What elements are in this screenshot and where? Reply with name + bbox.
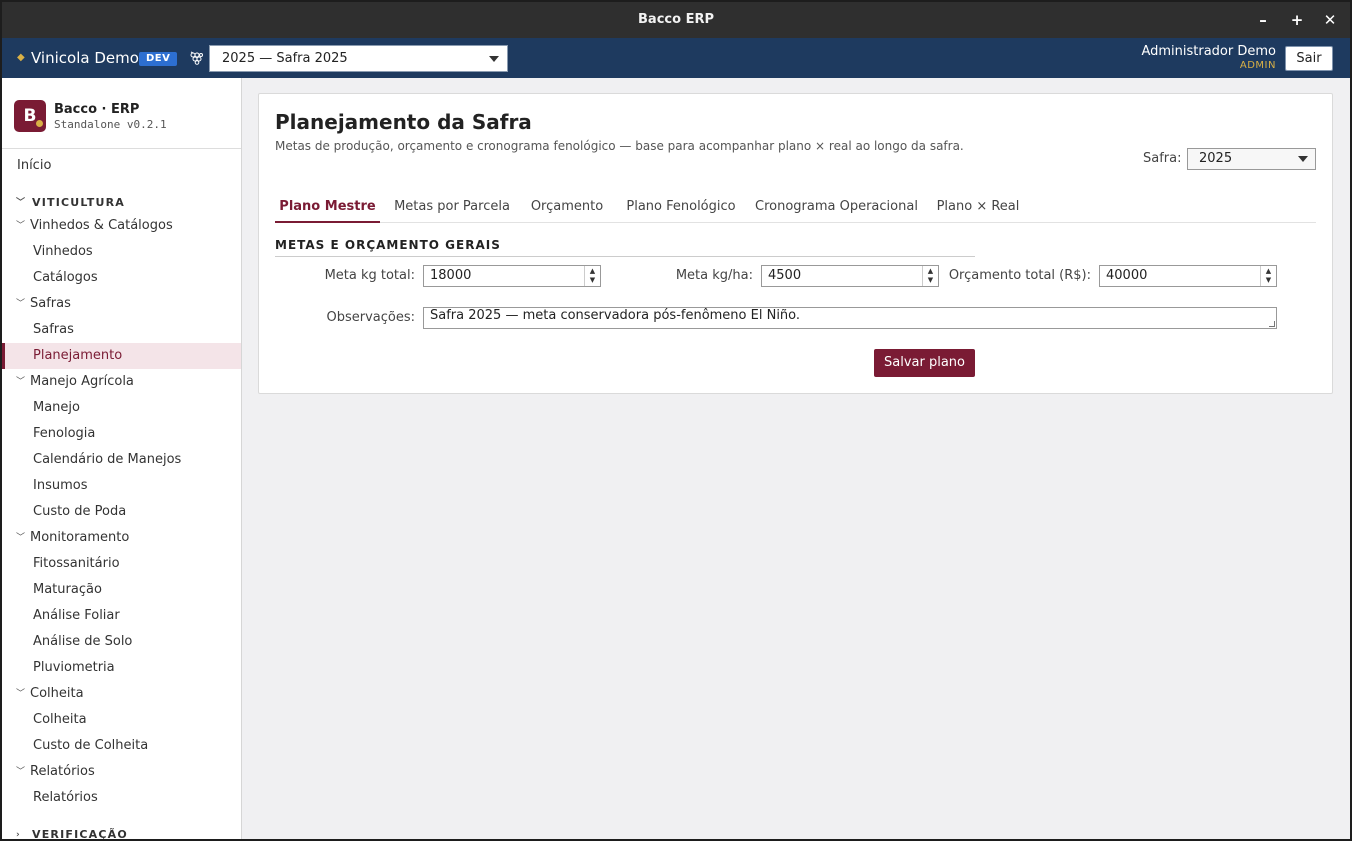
- sidebar-item-maturacao[interactable]: Maturação: [2, 577, 241, 603]
- sidebar-group-vinhedos[interactable]: ﹀ Vinhedos & Catálogos: [2, 213, 241, 239]
- page-subtitle: Metas de produção, orçamento e cronogram…: [275, 139, 964, 153]
- tab-bar: Plano Mestre Metas por Parcela Orçamento…: [275, 192, 1316, 223]
- orcamento-total-input[interactable]: 40000 ▲ ▼: [1099, 265, 1277, 287]
- meta-kg-ha-input[interactable]: 4500 ▲ ▼: [761, 265, 939, 287]
- section-label: VERIFICAÇÃO: [32, 828, 128, 839]
- chevron-right-icon: ›: [16, 830, 21, 839]
- sidebar-item-colheita[interactable]: Colheita: [2, 707, 241, 733]
- user-name: Administrador Demo: [1141, 44, 1276, 59]
- tab-orcamento[interactable]: Orçamento: [527, 192, 607, 223]
- sidebar-item-catalogos[interactable]: Catálogos: [2, 265, 241, 291]
- close-icon[interactable]: ✕: [1320, 10, 1340, 30]
- sidebar-item-fitossanitario[interactable]: Fitossanitário: [2, 551, 241, 577]
- sidebar-item-relatorios[interactable]: Relatórios: [2, 785, 241, 811]
- group-label: Vinhedos & Catálogos: [30, 218, 173, 233]
- meta-kg-ha-value: 4500: [768, 268, 802, 283]
- meta-kg-total-value: 18000: [430, 268, 472, 283]
- planning-panel: Planejamento da Safra Metas de produção,…: [258, 93, 1333, 394]
- env-badge: DEV: [139, 52, 178, 66]
- sidebar-group-colheita[interactable]: ﹀ Colheita: [2, 681, 241, 707]
- page-title: Planejamento da Safra: [275, 110, 532, 134]
- section-title: METAS E ORÇAMENTO GERAIS: [275, 238, 975, 257]
- group-label: Monitoramento: [30, 530, 130, 545]
- sidebar-group-manejo[interactable]: ﹀ Manejo Agrícola: [2, 369, 241, 395]
- sidebar-item-analise-solo[interactable]: Análise de Solo: [2, 629, 241, 655]
- sidebar-item-fenologia[interactable]: Fenologia: [2, 421, 241, 447]
- meta-kg-ha-label: Meta kg/ha:: [675, 268, 753, 283]
- divider: [2, 148, 241, 149]
- sidebar-item-vinhedos[interactable]: Vinhedos: [2, 239, 241, 265]
- spinner-icon[interactable]: ▲ ▼: [584, 266, 600, 286]
- group-label: Manejo Agrícola: [30, 374, 134, 389]
- tab-plano-fenologico[interactable]: Plano Fenológico: [623, 192, 739, 223]
- app-header: ◆ Vinicola Demo DEV 2025 — Safra 2025 Ad…: [2, 38, 1350, 78]
- sidebar-item-calendario[interactable]: Calendário de Manejos: [2, 447, 241, 473]
- meta-kg-total-label: Meta kg total:: [324, 268, 415, 283]
- chevron-down-icon: ﹀: [16, 299, 26, 309]
- diamond-icon: ◆: [17, 52, 25, 63]
- sidebar-item-manejo[interactable]: Manejo: [2, 395, 241, 421]
- observacoes-value: Safra 2025 — meta conservadora pós-fenôm…: [430, 308, 801, 323]
- sidebar-item-insumos[interactable]: Insumos: [2, 473, 241, 499]
- chevron-down-icon: ﹀: [16, 533, 26, 543]
- chevron-down-icon: ﹀: [16, 221, 26, 231]
- chevron-down-icon: ﹀: [16, 767, 26, 777]
- orcamento-total-value: 40000: [1106, 268, 1148, 283]
- sidebar-item-planejamento[interactable]: Planejamento: [2, 343, 241, 369]
- logo-dot: [36, 120, 43, 127]
- sidebar-item-custo-colheita[interactable]: Custo de Colheita: [2, 733, 241, 759]
- meta-kg-total-input[interactable]: 18000 ▲ ▼: [423, 265, 601, 287]
- chevron-down-icon: [489, 56, 499, 62]
- app-version: Standalone v0.2.1: [54, 118, 167, 131]
- group-label: Relatórios: [30, 764, 95, 779]
- maximize-icon[interactable]: +: [1287, 10, 1307, 30]
- logout-button[interactable]: Sair: [1285, 46, 1333, 71]
- section-label: VITICULTURA: [32, 196, 126, 209]
- org-name: Vinicola Demo: [31, 49, 139, 67]
- app-window: Bacco ERP – + ✕ ◆ Vinicola Demo DEV 2025…: [2, 2, 1350, 839]
- logo-letter: B: [23, 106, 37, 126]
- chevron-down-icon: [1298, 156, 1308, 162]
- safra-filter-value: 2025: [1199, 151, 1233, 166]
- tab-cronograma-operacional[interactable]: Cronograma Operacional: [755, 192, 918, 223]
- user-role: ADMIN: [1239, 60, 1276, 71]
- sidebar-item-inicio[interactable]: Início: [2, 153, 241, 179]
- sidebar-item-safras[interactable]: Safras: [2, 317, 241, 343]
- app-name: Bacco · ERP: [54, 102, 140, 117]
- spinner-icon[interactable]: ▲ ▼: [922, 266, 938, 286]
- sidebar-group-safras[interactable]: ﹀ Safras: [2, 291, 241, 317]
- chevron-down-icon: ﹀: [16, 377, 26, 387]
- resize-handle-icon[interactable]: [1269, 321, 1275, 327]
- window-title: Bacco ERP: [638, 12, 714, 27]
- sidebar-item-analise-foliar[interactable]: Análise Foliar: [2, 603, 241, 629]
- group-label: Safras: [30, 296, 71, 311]
- sidebar-group-monitoramento[interactable]: ﹀ Monitoramento: [2, 525, 241, 551]
- orcamento-total-label: Orçamento total (R$):: [948, 268, 1091, 283]
- observacoes-label: Observações:: [326, 310, 415, 325]
- sidebar-item-custo-poda[interactable]: Custo de Poda: [2, 499, 241, 525]
- safra-selector-value: 2025 — Safra 2025: [222, 51, 348, 66]
- chevron-down-icon: ﹀: [16, 689, 26, 699]
- safra-filter-label: Safra:: [1143, 151, 1182, 166]
- sidebar-group-relatorios[interactable]: ﹀ Relatórios: [2, 759, 241, 785]
- sidebar-section-verificacao[interactable]: › VERIFICAÇÃO: [2, 822, 241, 839]
- tab-plano-mestre[interactable]: Plano Mestre: [275, 192, 380, 223]
- minimize-icon[interactable]: –: [1253, 10, 1273, 30]
- grape-icon: [190, 51, 203, 65]
- observacoes-textarea[interactable]: Safra 2025 — meta conservadora pós-fenôm…: [423, 307, 1277, 329]
- sidebar: B Bacco · ERP Standalone v0.2.1 Início ﹀…: [2, 78, 242, 839]
- sidebar-item-pluviometria[interactable]: Pluviometria: [2, 655, 241, 681]
- app-logo: B: [14, 100, 46, 132]
- window-titlebar: Bacco ERP – + ✕: [2, 2, 1350, 38]
- spinner-icon[interactable]: ▲ ▼: [1260, 266, 1276, 286]
- tab-plano-x-real[interactable]: Plano × Real: [933, 192, 1023, 223]
- tab-metas-por-parcela[interactable]: Metas por Parcela: [391, 192, 513, 223]
- group-label: Colheita: [30, 686, 84, 701]
- safra-selector[interactable]: 2025 — Safra 2025: [209, 45, 508, 72]
- save-plan-button[interactable]: Salvar plano: [874, 349, 975, 377]
- safra-filter-select[interactable]: 2025: [1187, 148, 1316, 170]
